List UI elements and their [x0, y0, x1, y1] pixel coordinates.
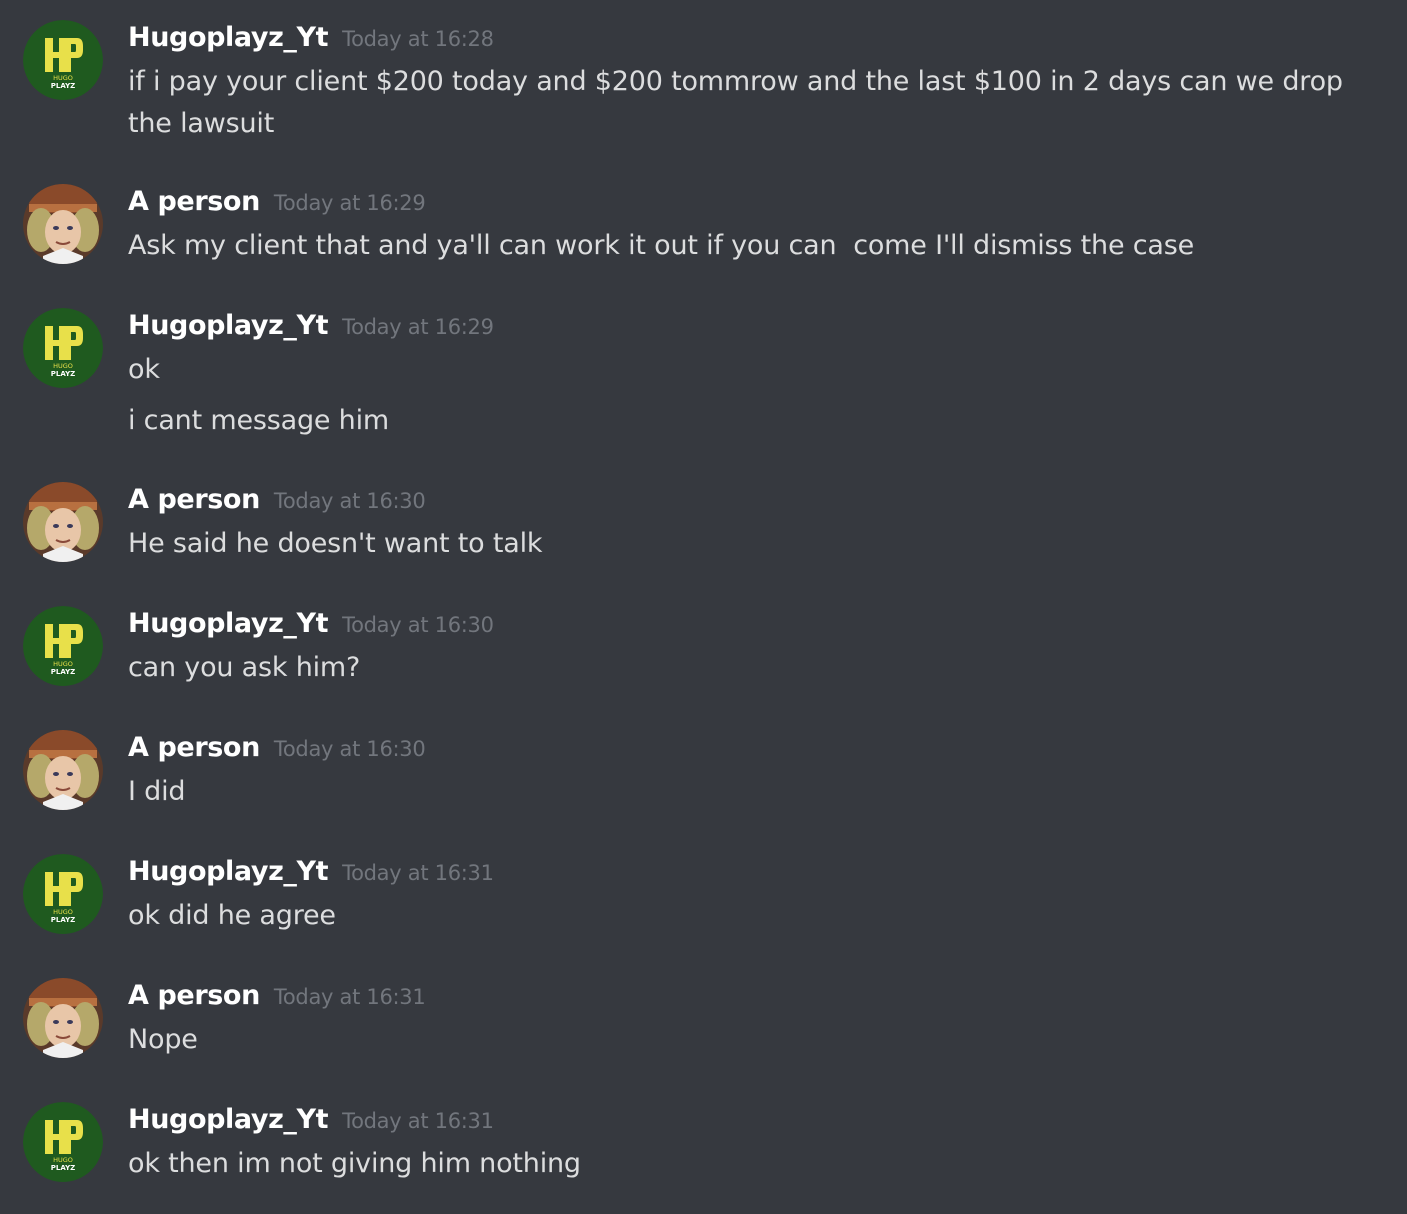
username[interactable]: Hugoplayz_Yt — [128, 1104, 329, 1135]
username[interactable]: A person — [128, 484, 260, 515]
avatar-hugoplayz[interactable]: HUGO PLAYZ — [23, 1102, 103, 1182]
message-header: A person Today at 16:30 — [128, 732, 426, 772]
message-header: Hugoplayz_Yt Today at 16:29 — [128, 310, 494, 350]
hugo-playz-logo-icon: HUGO PLAYZ — [23, 1102, 103, 1182]
username[interactable]: Hugoplayz_Yt — [128, 856, 329, 887]
timestamp: Today at 16:30 — [273, 737, 426, 761]
hugo-playz-logo-icon: HUGO PLAYZ — [23, 854, 103, 934]
timestamp: Today at 16:29 — [342, 315, 494, 339]
message-text: ok then im not giving him nothing — [128, 1148, 581, 1179]
timestamp: Today at 16:29 — [273, 191, 426, 215]
person-portrait-icon — [23, 184, 103, 264]
message-text: if i pay your client $200 today and $200… — [128, 66, 1352, 139]
message-group: HUGO PLAYZ Hugoplayz_Yt Today at 16:29 ok… — [0, 308, 1407, 448]
avatar-a-person[interactable] — [23, 482, 103, 562]
username[interactable]: A person — [128, 186, 260, 217]
person-portrait-icon — [23, 730, 103, 810]
message-text: I did — [128, 776, 186, 807]
svg-text:PLAYZ: PLAYZ — [51, 916, 75, 924]
message-group: HUGO PLAYZ Hugoplayz_Yt Today at 16:30 ca… — [0, 606, 1407, 691]
hugo-playz-logo-icon: HUGO PLAYZ — [23, 308, 103, 388]
message-text: ok did he agree — [128, 900, 336, 931]
message-header: Hugoplayz_Yt Today at 16:30 — [128, 608, 494, 648]
person-portrait-icon — [23, 978, 103, 1058]
svg-text:HUGO: HUGO — [53, 362, 73, 370]
message-header: A person Today at 16:31 — [128, 980, 426, 1020]
username[interactable]: A person — [128, 732, 260, 763]
message-text: ok — [128, 354, 160, 385]
svg-text:PLAYZ: PLAYZ — [51, 1164, 75, 1172]
hugo-playz-logo-icon: HUGO PLAYZ — [23, 606, 103, 686]
svg-text:HUGO: HUGO — [53, 74, 73, 82]
avatar-hugoplayz[interactable]: HUGO PLAYZ — [23, 606, 103, 686]
avatar-hugoplayz[interactable]: HUGO PLAYZ — [23, 854, 103, 934]
timestamp: Today at 16:28 — [342, 27, 494, 51]
message-header: A person Today at 16:30 — [128, 484, 426, 524]
message-group: HUGO PLAYZ Hugoplayz_Yt Today at 16:31 ok… — [0, 854, 1407, 939]
hugo-playz-logo-icon: HUGO PLAYZ — [23, 20, 103, 100]
message-header: A person Today at 16:29 — [128, 186, 426, 226]
username[interactable]: Hugoplayz_Yt — [128, 310, 329, 341]
avatar-a-person[interactable] — [23, 184, 103, 264]
message-text: i cant message him — [128, 405, 389, 436]
svg-text:HUGO: HUGO — [53, 908, 73, 916]
chat-messages: HUGO PLAYZ Hugoplayz_Yt Today at 16:28 if… — [0, 0, 1407, 1214]
svg-text:PLAYZ: PLAYZ — [51, 370, 75, 378]
username[interactable]: Hugoplayz_Yt — [128, 22, 329, 53]
person-portrait-icon — [23, 482, 103, 562]
message-text: Nope — [128, 1024, 198, 1055]
avatar-hugoplayz[interactable]: HUGO PLAYZ — [23, 308, 103, 388]
message-header: Hugoplayz_Yt Today at 16:31 — [128, 856, 494, 896]
message-group: A person Today at 16:30 He said he doesn'… — [0, 482, 1407, 567]
svg-text:HUGO: HUGO — [53, 660, 73, 668]
message-header: Hugoplayz_Yt Today at 16:28 — [128, 22, 494, 62]
avatar-a-person[interactable] — [23, 730, 103, 810]
message-text: can you ask him? — [128, 652, 361, 683]
username[interactable]: Hugoplayz_Yt — [128, 608, 329, 639]
svg-text:PLAYZ: PLAYZ — [51, 82, 75, 90]
message-text: Ask my client that and ya'll can work it… — [128, 230, 1195, 261]
username[interactable]: A person — [128, 980, 260, 1011]
timestamp: Today at 16:31 — [342, 1109, 494, 1133]
avatar-a-person[interactable] — [23, 978, 103, 1058]
message-group: A person Today at 16:29 Ask my client tha… — [0, 184, 1407, 269]
message-group: HUGO PLAYZ Hugoplayz_Yt Today at 16:28 if… — [0, 20, 1407, 150]
message-group: A person Today at 16:30 I did — [0, 730, 1407, 815]
timestamp: Today at 16:30 — [273, 489, 426, 513]
svg-text:HUGO: HUGO — [53, 1156, 73, 1164]
message-group: A person Today at 16:31 Nope — [0, 978, 1407, 1063]
message-text: He said he doesn't want to talk — [128, 528, 543, 559]
timestamp: Today at 16:31 — [342, 861, 494, 885]
timestamp: Today at 16:31 — [273, 985, 426, 1009]
message-group: HUGO PLAYZ Hugoplayz_Yt Today at 16:31 ok… — [0, 1102, 1407, 1192]
avatar-hugoplayz[interactable]: HUGO PLAYZ — [23, 20, 103, 100]
timestamp: Today at 16:30 — [342, 613, 494, 637]
message-header: Hugoplayz_Yt Today at 16:31 — [128, 1104, 494, 1144]
svg-text:PLAYZ: PLAYZ — [51, 668, 75, 676]
